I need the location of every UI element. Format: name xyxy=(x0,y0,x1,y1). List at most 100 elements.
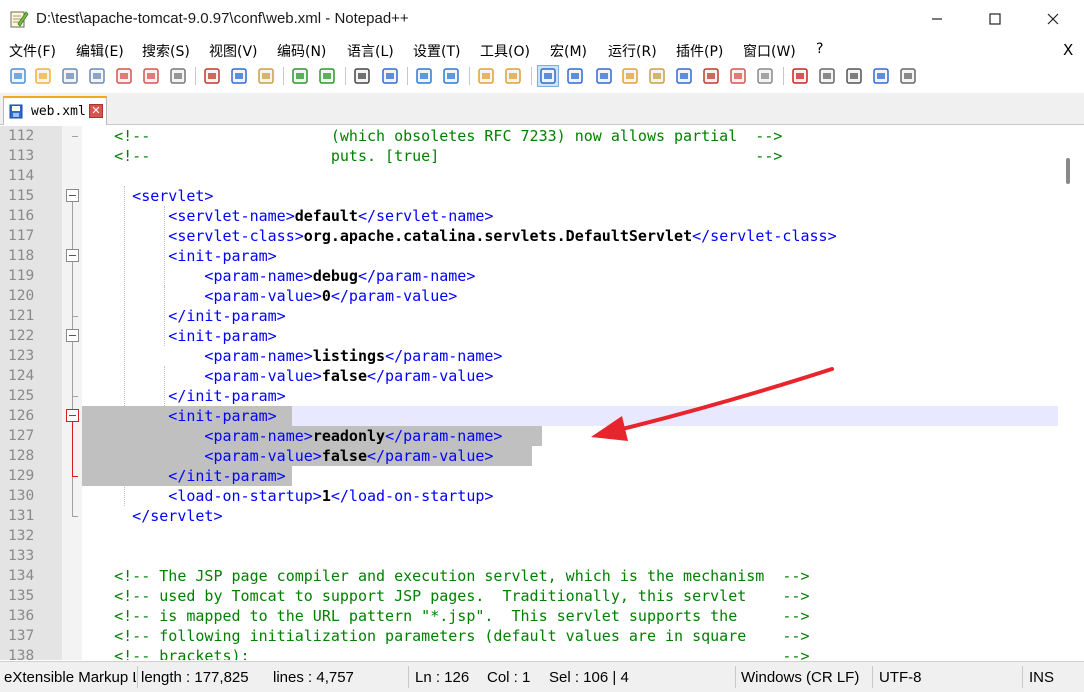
status-encoding[interactable]: UTF-8 xyxy=(879,669,922,686)
vertical-scrollbar[interactable] xyxy=(1062,126,1084,660)
save-icon[interactable] xyxy=(60,66,80,86)
line-number: 119 xyxy=(8,268,35,284)
doc-map-icon[interactable] xyxy=(647,66,667,86)
code-line[interactable]: <load-on-startup>1</load-on-startup> xyxy=(78,486,493,506)
xml-text: readonly xyxy=(312,427,386,445)
code-line[interactable]: </servlet> xyxy=(78,506,222,526)
code-area[interactable]: <!-- (which obsoletes RFC 7233) now allo… xyxy=(82,126,1062,660)
save-all-icon[interactable] xyxy=(87,66,107,86)
code-line[interactable]: <param-name>readonly</param-name> xyxy=(78,426,502,446)
monitoring-icon[interactable] xyxy=(755,66,775,86)
close-all-icon[interactable] xyxy=(141,66,161,86)
menu-macro[interactable]: 宏(M) xyxy=(550,41,587,61)
fold-end xyxy=(72,316,78,317)
undo-icon[interactable] xyxy=(290,66,310,86)
menu-encoding[interactable]: 编码(N) xyxy=(277,41,326,61)
sync-vertical-icon[interactable] xyxy=(476,66,496,86)
fold-toggle-icon[interactable] xyxy=(66,249,79,262)
status-eol[interactable]: Windows (CR LF) xyxy=(741,669,859,686)
find-icon[interactable] xyxy=(352,66,372,86)
close-document-button[interactable]: X xyxy=(1063,41,1073,59)
code-line[interactable]: <!-- used by Tomcat to support JSP pages… xyxy=(78,586,809,606)
menu-settings[interactable]: 设置(T) xyxy=(413,41,460,61)
code-line[interactable]: <param-value>false</param-value> xyxy=(78,446,493,466)
maximize-button[interactable] xyxy=(966,0,1024,38)
paste-icon[interactable] xyxy=(256,66,276,86)
code-line[interactable]: <param-name>listings</param-name> xyxy=(78,346,502,366)
tab-close-icon[interactable]: ✕ xyxy=(89,104,103,118)
code-line[interactable]: <param-value>0</param-value> xyxy=(78,286,457,306)
code-line[interactable]: <!-- brackets): --> xyxy=(78,646,809,660)
menu-help[interactable]: ? xyxy=(816,41,823,57)
scrollbar-thumb[interactable] xyxy=(1066,158,1070,184)
menu-language[interactable]: 语言(L) xyxy=(347,41,394,61)
menu-search[interactable]: 搜索(S) xyxy=(142,41,190,61)
sync-horizontal-icon[interactable] xyxy=(503,66,523,86)
code-line[interactable]: <param-value>false</param-value> xyxy=(78,366,493,386)
menu-plugins[interactable]: 插件(P) xyxy=(676,41,723,61)
show-all-chars-icon[interactable] xyxy=(565,66,585,86)
status-insert-mode[interactable]: INS xyxy=(1029,669,1054,686)
xml-text: default xyxy=(294,207,358,225)
record-macro-icon[interactable] xyxy=(790,66,810,86)
cut-icon[interactable] xyxy=(202,66,222,86)
menu-tools[interactable]: 工具(O) xyxy=(480,41,530,61)
fold-toggle-icon[interactable] xyxy=(66,189,79,202)
replace-icon[interactable] xyxy=(380,66,400,86)
code-line[interactable]: <!-- The JSP page compiler and execution… xyxy=(78,566,809,586)
run-macro-multiple-icon[interactable] xyxy=(871,66,891,86)
play-macro-icon[interactable] xyxy=(844,66,864,86)
xml-tag: </param-name> xyxy=(385,427,503,445)
menu-edit[interactable]: 编辑(E) xyxy=(76,41,124,61)
zoom-in-icon[interactable] xyxy=(414,66,434,86)
open-file-icon[interactable] xyxy=(33,66,53,86)
xml-tag: </param-name> xyxy=(385,347,503,365)
fold-toggle-icon[interactable] xyxy=(66,409,79,422)
code-line[interactable]: <servlet-name>default</servlet-name> xyxy=(78,206,493,226)
code-line[interactable]: </init-param> xyxy=(78,306,285,326)
fold-end xyxy=(72,476,78,477)
function-list-icon[interactable] xyxy=(701,66,721,86)
menu-window[interactable]: 窗口(W) xyxy=(743,41,796,61)
code-line[interactable]: <!-- (which obsoletes RFC 7233) now allo… xyxy=(78,126,782,146)
folder-workspace-icon[interactable] xyxy=(728,66,748,86)
code-line[interactable]: <servlet> xyxy=(78,186,213,206)
indent-guide-icon[interactable] xyxy=(594,66,614,86)
menu-bar: 文件(F) 编辑(E) 搜索(S) 视图(V) 编码(N) 语言(L) 设置(T… xyxy=(0,38,1084,63)
copy-icon[interactable] xyxy=(229,66,249,86)
code-line[interactable]: <!-- is mapped to the URL pattern "*.jsp… xyxy=(78,606,809,626)
code-line[interactable]: <param-name>debug</param-name> xyxy=(78,266,475,286)
print-icon[interactable] xyxy=(168,66,188,86)
line-number-margin: 112 113 114 115 116 117 118 119 120 121 122 123 124 1… xyxy=(0,126,62,660)
editor[interactable]: 112 113 114 115 116 117 118 119 120 121 122 123 124 1… xyxy=(0,126,1084,660)
line-number: 131 xyxy=(8,508,35,524)
zoom-out-icon[interactable] xyxy=(441,66,461,86)
code-line[interactable]: </init-param> xyxy=(78,466,285,486)
save-macro-icon[interactable] xyxy=(898,66,918,86)
line-number: 125 xyxy=(8,388,35,404)
menu-file[interactable]: 文件(F) xyxy=(9,41,56,61)
user-lang-icon[interactable] xyxy=(620,66,640,86)
close-window-button[interactable] xyxy=(1024,0,1082,38)
menu-view[interactable]: 视图(V) xyxy=(209,41,258,61)
status-lines: lines : 4,757 xyxy=(273,669,354,686)
doc-list-icon[interactable] xyxy=(674,66,694,86)
code-line[interactable]: <servlet-class>org.apache.catalina.servl… xyxy=(78,226,836,246)
new-file-icon[interactable] xyxy=(8,66,28,86)
xml-comment: <!-- (which obsoletes RFC 7233) now allo… xyxy=(78,127,783,145)
code-line[interactable]: <!-- puts. [true] --> xyxy=(78,146,782,166)
close-icon[interactable] xyxy=(114,66,134,86)
code-line[interactable]: <!-- following initialization parameters… xyxy=(78,626,809,646)
redo-icon[interactable] xyxy=(317,66,337,86)
menu-run[interactable]: 运行(R) xyxy=(608,41,657,61)
tab-web-xml[interactable]: web.xml ✕ xyxy=(3,96,107,125)
fold-toggle-icon[interactable] xyxy=(66,329,79,342)
code-line[interactable]: <init-param> xyxy=(78,406,276,426)
code-line[interactable]: </init-param> xyxy=(78,386,285,406)
code-line[interactable]: <init-param> xyxy=(78,326,276,346)
stop-record-icon[interactable] xyxy=(817,66,837,86)
title-bar: D:\test\apache-tomcat-9.0.97\conf\web.xm… xyxy=(0,0,1084,38)
word-wrap-icon[interactable] xyxy=(537,65,559,87)
minimize-button[interactable] xyxy=(908,0,966,38)
code-line[interactable]: <init-param> xyxy=(78,246,276,266)
